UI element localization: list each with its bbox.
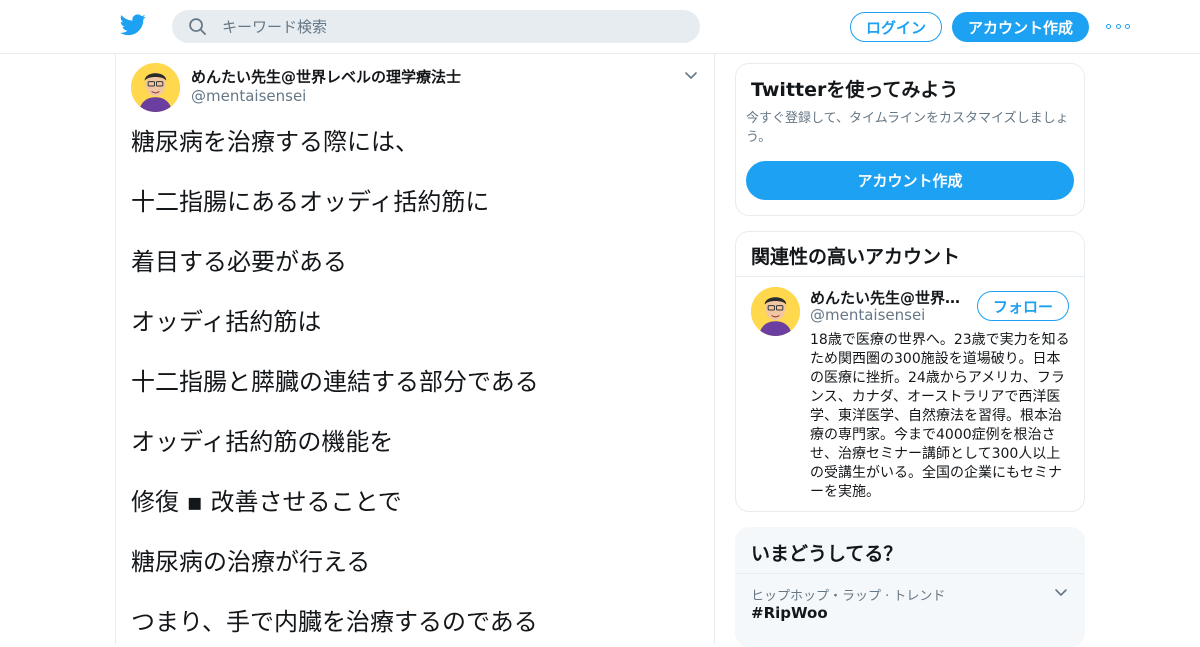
more-options-icon[interactable] — [1106, 18, 1130, 34]
account-name[interactable]: めんたい先生@世界… — [810, 287, 962, 308]
tweet-text: 糖尿病を治療する際には、 十二指腸にあるオッディ括約筋に 着目する必要がある オ… — [131, 127, 701, 644]
tweet-line: 十二指腸と膵臓の連結する部分である — [131, 368, 539, 396]
login-button[interactable]: ログイン — [850, 12, 942, 42]
signup-button[interactable]: アカウント作成 — [952, 12, 1089, 42]
divider — [736, 573, 1084, 574]
twitter-bird-icon[interactable] — [120, 14, 146, 36]
follow-button[interactable]: フォロー — [977, 291, 1069, 321]
trend-context: ヒップホップ・ラップ · トレンド — [751, 589, 946, 604]
divider — [736, 276, 1084, 277]
signup-card-subtitle: 今すぐ登録して、タイムラインをカスタマイズしましょう。 — [746, 111, 1069, 145]
tweet-detail: めんたい先生@世界レベルの理学療法士 @mentaisensei 糖尿病を治療す… — [115, 54, 715, 644]
search-bar[interactable] — [172, 10, 700, 43]
author-avatar[interactable] — [131, 63, 180, 112]
search-input[interactable] — [222, 10, 682, 43]
trends-card: いまどうしてる？ ヒップホップ・ラップ · トレンド #RipWoo — [735, 527, 1085, 647]
chevron-down-icon[interactable] — [684, 68, 698, 82]
chevron-down-icon[interactable] — [1054, 585, 1068, 599]
tweet-line: 糖尿病の治療が行える — [131, 548, 371, 576]
tweet-line: 糖尿病を治療する際には、 — [131, 128, 419, 156]
search-icon — [189, 18, 206, 35]
author-name[interactable]: めんたい先生@世界レベルの理学療法士 — [191, 66, 461, 87]
trends-title: いまどうしてる？ — [751, 543, 903, 565]
account-handle[interactable]: @mentaisensei — [810, 306, 925, 324]
related-accounts-title: 関連性の高いアカウント — [751, 246, 961, 268]
tweet-line: 十二指腸にあるオッディ括約筋に — [131, 188, 490, 216]
tweet-line: オッディ括約筋の機能を — [131, 428, 394, 456]
account-avatar[interactable] — [751, 287, 800, 336]
trend-item[interactable]: #RipWoo — [751, 604, 828, 622]
author-handle[interactable]: @mentaisensei — [191, 87, 306, 105]
tweet-line: つまり、手で内臓を治療するのである — [131, 608, 538, 636]
related-accounts-card: 関連性の高いアカウント めんたい先生@世界… @mentaisensei フォロ… — [735, 231, 1085, 512]
tweet-line: 修復 ▪ 改善させることで — [131, 488, 402, 516]
signup-card: Twitterを使ってみよう 今すぐ登録して、タイムラインをカスタマイズしましょ… — [735, 63, 1085, 216]
create-account-button[interactable]: アカウント作成 — [746, 161, 1074, 200]
top-navigation-bar: ログイン アカウント作成 — [0, 0, 1200, 54]
tweet-line: 着目する必要がある — [131, 248, 347, 276]
tweet-line: オッディ括約筋は — [131, 308, 322, 336]
signup-card-title: Twitterを使ってみよう — [751, 79, 959, 101]
account-bio: 18歳で医療の世界へ。23歳で実力を知るため関西圏の300施設を道場破り。日本の… — [810, 332, 1070, 500]
